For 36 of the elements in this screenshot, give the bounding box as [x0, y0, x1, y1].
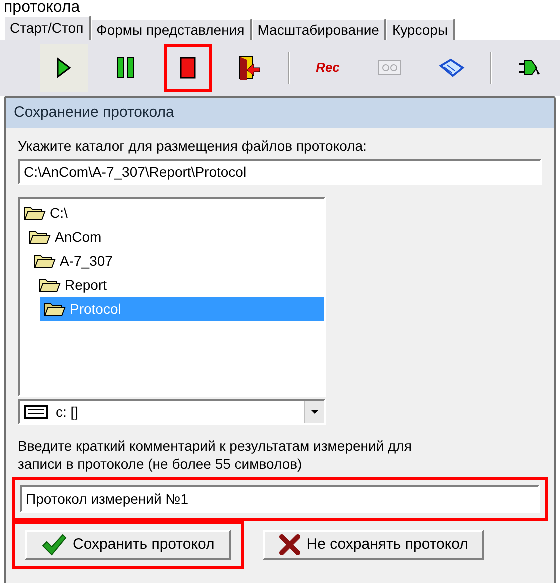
record-button[interactable]: Rec [304, 44, 352, 92]
tab[interactable]: Курсоры [386, 19, 456, 40]
folder-item[interactable]: AnCom [25, 225, 324, 249]
tab[interactable]: Формы представления [90, 19, 252, 40]
folder-tree[interactable]: C:\ AnCom A-7_307 Report Protocol [18, 197, 326, 397]
checkmark-icon [41, 534, 67, 556]
pause-icon [117, 57, 135, 79]
drive-icon [24, 405, 48, 419]
cross-icon [278, 534, 301, 556]
comment-field[interactable]: Протокол измерений №1 [20, 485, 540, 513]
drive-dropdown[interactable]: c: [] [18, 399, 326, 425]
folder-icon [29, 229, 51, 245]
folder-path-field[interactable]: C:\AnCom\A-7_307\Report\Protocol [18, 159, 542, 185]
toolbar-button[interactable] [40, 44, 88, 92]
folder-item[interactable]: Report [35, 273, 324, 297]
play-icon [56, 57, 72, 79]
save-protocol-button[interactable]: Сохранить протокол [25, 530, 231, 560]
stop-icon [180, 57, 196, 79]
dialog-title: Сохранение протокола [6, 98, 554, 128]
book-icon [439, 58, 465, 78]
toolbar-button[interactable] [164, 44, 212, 92]
folder-icon [24, 205, 46, 221]
folder-item[interactable]: C:\ [20, 201, 324, 225]
comment-label: Введите краткий комментарий к результатам измерений для записи в протоколе (не более 55 символов) [18, 437, 413, 473]
folder-item[interactable]: A-7_307 [30, 249, 324, 273]
folder-icon [34, 253, 56, 269]
folder-icon [39, 277, 61, 293]
caption-text: протокола [3, 0, 82, 16]
cassette-icon [378, 60, 402, 76]
discard-protocol-button[interactable]: Не сохранять протокол [262, 530, 484, 560]
tab[interactable]: Масштабирование [252, 19, 386, 40]
door-arrow-icon [239, 56, 261, 80]
folder-label: Укажите каталог для размещения файлов протокола: [18, 137, 368, 156]
tab[interactable]: Старт/Стоп [4, 16, 91, 40]
folder-icon [44, 301, 66, 317]
plug-icon [518, 58, 542, 78]
